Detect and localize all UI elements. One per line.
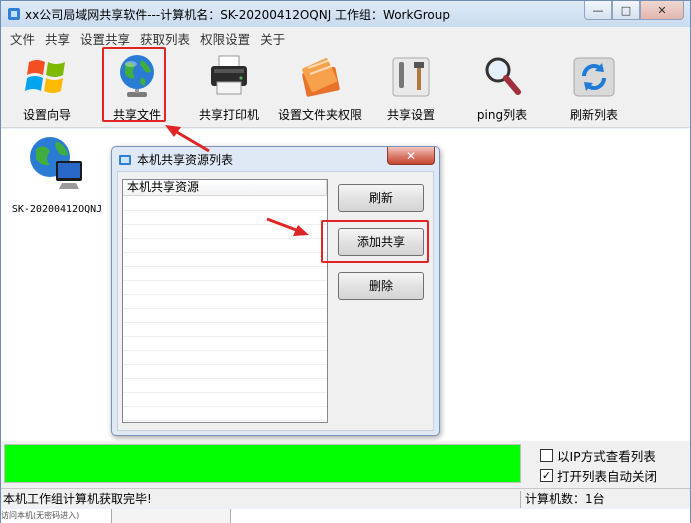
tool-refresh-list-label: 刷新列表 [569,108,618,122]
highlight-share-files [102,47,166,122]
menu-get-list[interactable]: 获取列表 [135,29,195,48]
menu-share[interactable]: 共享 [40,29,75,48]
dialog-app-icon [119,154,131,165]
tool-share-settings-label: 共享设置 [386,108,435,122]
minimize-button[interactable]: — [584,1,612,20]
ip-view-label: 以IP方式查看列表 [557,449,656,464]
windows-logo-icon [25,60,65,93]
refresh-icon [573,57,615,97]
column-separator [327,180,328,423]
tool-ping-list[interactable]: ping列表 [472,52,532,123]
printer-icon [211,55,247,95]
tool-refresh-list[interactable]: 刷新列表 [561,52,627,123]
main-window: xx公司局域网共享软件---计算机名：SK-20200412OQNJ 工作组：W… [0,0,691,523]
tool-share-settings[interactable]: 共享设置 [381,52,441,123]
menu-file[interactable]: 文件 [5,29,40,48]
background-window-text: 访问本机(无密码进入) [1,511,80,520]
delete-button[interactable]: 删除 [338,272,424,300]
dialog-body: 本机共享资源 刷新 添加共享 删除 [117,171,434,431]
computer-count: 计算机数：1台 [525,492,605,506]
background-window-strip: 访问本机(无密码进入) [1,509,690,523]
tool-setup-wizard[interactable]: 设置向导 [17,52,77,123]
dialog-close-button[interactable]: ✕ [387,147,435,165]
menu-bar: 文件 共享 设置共享 获取列表 权限设置 关于 [1,28,690,48]
settings-tools-icon [392,57,430,97]
computer-name: SK-20200412OQNJ [11,204,103,215]
close-button[interactable]: ✕ [640,1,684,20]
tool-ping-list-label: ping列表 [476,108,528,122]
app-icon [8,8,20,20]
magnifier-icon [485,57,521,95]
ip-view-option[interactable]: 以IP方式查看列表 [540,446,656,465]
maximize-button[interactable]: □ [612,1,640,20]
background-window-panel [111,509,231,523]
highlight-add-share [321,220,429,263]
arrow-to-share-files-icon [165,125,210,153]
shared-resources-dialog: 本机共享资源列表 ✕ 本机共享资源 刷新 添加共享 删除 [111,146,440,436]
window-title: xx公司局域网共享软件---计算机名：SK-20200412OQNJ 工作组：W… [25,8,450,22]
computer-item[interactable]: SK-20200412OQNJ [9,133,105,215]
menu-about[interactable]: 关于 [255,29,290,48]
tool-share-printer[interactable]: 共享打印机 [194,52,264,123]
tool-setup-wizard-label: 设置向导 [22,108,71,122]
arrow-to-add-share-icon [266,217,309,236]
refresh-button[interactable]: 刷新 [338,184,424,212]
auto-close-checkbox[interactable]: ✓ [540,469,553,482]
menu-permissions[interactable]: 权限设置 [195,29,255,48]
ip-view-checkbox[interactable] [540,449,553,462]
list-header: 本机共享资源 [123,180,327,196]
auto-close-label: 打开列表自动关闭 [557,469,658,484]
menu-set-share[interactable]: 设置共享 [75,29,135,48]
folder-permission-icon [302,58,340,97]
list-column-shared-resource[interactable]: 本机共享资源 [123,180,327,196]
status-bar: 本机工作组计算机获取完毕! 计算机数：1台 [1,488,690,508]
progress-bar [4,444,521,483]
auto-close-option[interactable]: ✓ 打开列表自动关闭 [540,466,657,485]
title-bar: xx公司局域网共享软件---计算机名：SK-20200412OQNJ 工作组：W… [1,1,690,27]
progress-area: 以IP方式查看列表 ✓ 打开列表自动关闭 [1,441,690,488]
status-message: 本机工作组计算机获取完毕! [3,491,521,508]
window-controls: — □ ✕ [584,1,684,20]
tool-folder-permissions[interactable]: 设置文件夹权限 [275,52,365,123]
tool-folder-permissions-label: 设置文件夹权限 [277,108,362,122]
computer-globe-icon [30,137,82,189]
